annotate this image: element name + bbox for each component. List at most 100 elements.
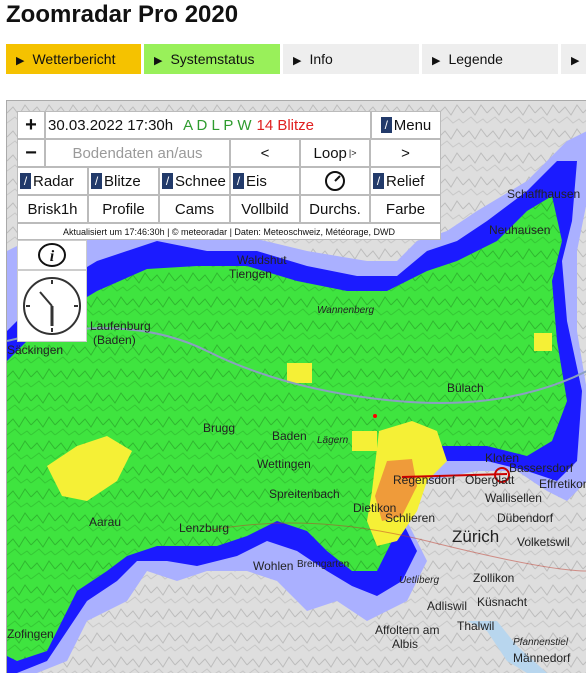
place-label: Aarau bbox=[89, 515, 122, 529]
place-label: Regensdorf bbox=[393, 473, 456, 487]
place-label: Wallisellen bbox=[485, 491, 542, 505]
play-triangle-icon: ▶ bbox=[293, 55, 302, 67]
tab-label: Info bbox=[309, 51, 333, 67]
eis-label: Eis bbox=[246, 172, 267, 190]
place-label: Pfannenstiel bbox=[513, 637, 569, 648]
schnee-toggle[interactable]: / Schnee bbox=[159, 167, 230, 195]
rain-intense-cell bbox=[287, 363, 312, 383]
profile-button[interactable]: Profile bbox=[88, 195, 159, 223]
place-label: Männedorf bbox=[513, 651, 571, 665]
place-label: Küsnacht bbox=[477, 595, 528, 609]
checkbox-icon: / bbox=[373, 173, 384, 189]
place-label: Bülach bbox=[447, 381, 484, 395]
place-label: Zofingen bbox=[7, 627, 54, 641]
checkbox-icon: / bbox=[233, 173, 244, 189]
menu-button[interactable]: / Menu bbox=[371, 111, 441, 139]
radar-toggle[interactable]: / Radar bbox=[17, 167, 88, 195]
tab-label: Systemstatus bbox=[170, 51, 255, 67]
rain-intense-cell-ne bbox=[534, 333, 552, 351]
menu-label: Menu bbox=[393, 116, 432, 134]
place-label: Dübendorf bbox=[497, 511, 554, 525]
datetime-label: 30.03.2022 17:30h bbox=[48, 116, 174, 134]
ground-data-toggle[interactable]: Bodendaten an/aus bbox=[45, 139, 230, 167]
place-label: Zürich bbox=[452, 527, 500, 546]
place-label: Neuhausen bbox=[489, 223, 551, 237]
loop-button[interactable]: Loop |> bbox=[300, 139, 370, 167]
place-label: Affoltern am bbox=[375, 623, 440, 637]
place-label: Schaffhausen bbox=[507, 187, 581, 201]
speed-button[interactable] bbox=[300, 167, 370, 195]
datetime-bar: 30.03.2022 17:30h A D L P W 14 Blitze bbox=[45, 111, 371, 139]
page-title: Zoomradar Pro 2020 bbox=[6, 1, 239, 28]
place-label: Adliswil bbox=[427, 599, 468, 613]
lightning-count: 14 Blitze bbox=[256, 116, 315, 134]
tab-label: Wetterbericht bbox=[32, 51, 116, 67]
next-frame-button[interactable]: > bbox=[370, 139, 441, 167]
loop-label: Loop bbox=[313, 144, 347, 162]
place-label: Tiengen bbox=[229, 267, 272, 281]
place-label: Thalwil bbox=[457, 619, 495, 633]
place-label: Effretikon bbox=[539, 477, 586, 491]
place-label: Oberglatt bbox=[465, 473, 515, 487]
cams-button[interactable]: Cams bbox=[159, 195, 230, 223]
play-triangle-icon: ▶ bbox=[571, 55, 580, 67]
tab-systemstatus[interactable]: ▶ Systemstatus bbox=[144, 44, 280, 74]
place-label: Lägern bbox=[317, 435, 349, 446]
radar-label: Radar bbox=[33, 172, 74, 190]
zoom-out-button[interactable]: − bbox=[17, 139, 45, 167]
durchs-button[interactable]: Durchs. bbox=[300, 195, 370, 223]
brisk-button[interactable]: Brisk1h bbox=[17, 195, 88, 223]
tab-legende[interactable]: ▶ Legende bbox=[422, 44, 558, 74]
speedometer-icon bbox=[325, 171, 345, 191]
place-label: (Baden) bbox=[93, 333, 136, 347]
checkbox-icon: / bbox=[20, 173, 31, 189]
place-label: Uetliberg bbox=[399, 575, 440, 586]
play-icon: |> bbox=[348, 148, 357, 158]
place-label: Spreitenbach bbox=[269, 487, 340, 501]
place-label: Wannenberg bbox=[317, 305, 375, 316]
place-label: Albis bbox=[392, 637, 419, 651]
place-label: Bremgarten bbox=[297, 559, 350, 570]
tab-more[interactable]: ▶ bbox=[561, 44, 586, 74]
relief-label: Relief bbox=[386, 172, 425, 190]
status-letters: A D L P W bbox=[183, 116, 252, 134]
schnee-label: Schnee bbox=[175, 172, 226, 190]
control-panel: + 30.03.2022 17:30h A D L P W 14 Blitze … bbox=[17, 111, 441, 240]
place-label: Zollikon bbox=[473, 571, 515, 585]
clock-icon bbox=[23, 277, 81, 335]
play-triangle-icon: ▶ bbox=[432, 55, 441, 67]
update-info: Aktualisiert um 17:46:30h | © meteoradar… bbox=[17, 223, 441, 240]
place-label: Brugg bbox=[203, 421, 236, 435]
place-label: Laufenburg bbox=[90, 319, 151, 333]
top-tab-bar: ▶ Wetterbericht ▶ Systemstatus ▶ Info ▶ Lege… bbox=[6, 44, 586, 74]
blitze-label: Blitze bbox=[104, 172, 141, 190]
tab-wetterbericht[interactable]: ▶ Wetterbericht bbox=[6, 44, 141, 74]
lightning-strike-icon bbox=[373, 414, 377, 418]
farbe-button[interactable]: Farbe bbox=[370, 195, 441, 223]
info-button[interactable]: i bbox=[17, 240, 87, 270]
clock-widget[interactable] bbox=[17, 270, 87, 342]
checkbox-icon: / bbox=[91, 173, 102, 189]
place-label: Wettingen bbox=[257, 457, 311, 471]
blitze-toggle[interactable]: / Blitze bbox=[88, 167, 159, 195]
place-label: Baden bbox=[272, 429, 307, 443]
checkbox-icon: / bbox=[380, 117, 392, 133]
prev-frame-button[interactable]: < bbox=[230, 139, 300, 167]
relief-toggle[interactable]: / Relief bbox=[370, 167, 441, 195]
place-label: Volketswil bbox=[517, 535, 570, 549]
eis-toggle[interactable]: / Eis bbox=[230, 167, 300, 195]
checkbox-icon: / bbox=[162, 173, 173, 189]
tab-label: Legende bbox=[448, 51, 503, 67]
rain-intense-cell-mid bbox=[352, 431, 377, 451]
info-icon: i bbox=[38, 243, 66, 267]
svg-text:i: i bbox=[50, 248, 55, 265]
place-label: Säckingen bbox=[7, 343, 64, 357]
play-triangle-icon: ▶ bbox=[16, 55, 25, 67]
play-triangle-icon: ▶ bbox=[154, 55, 163, 67]
vollbild-button[interactable]: Vollbild bbox=[230, 195, 300, 223]
zoom-in-button[interactable]: + bbox=[17, 111, 45, 139]
place-label: Wohlen bbox=[253, 559, 294, 573]
place-label: Schlieren bbox=[385, 511, 436, 525]
place-label: Lenzburg bbox=[179, 521, 230, 535]
tab-info[interactable]: ▶ Info bbox=[283, 44, 419, 74]
